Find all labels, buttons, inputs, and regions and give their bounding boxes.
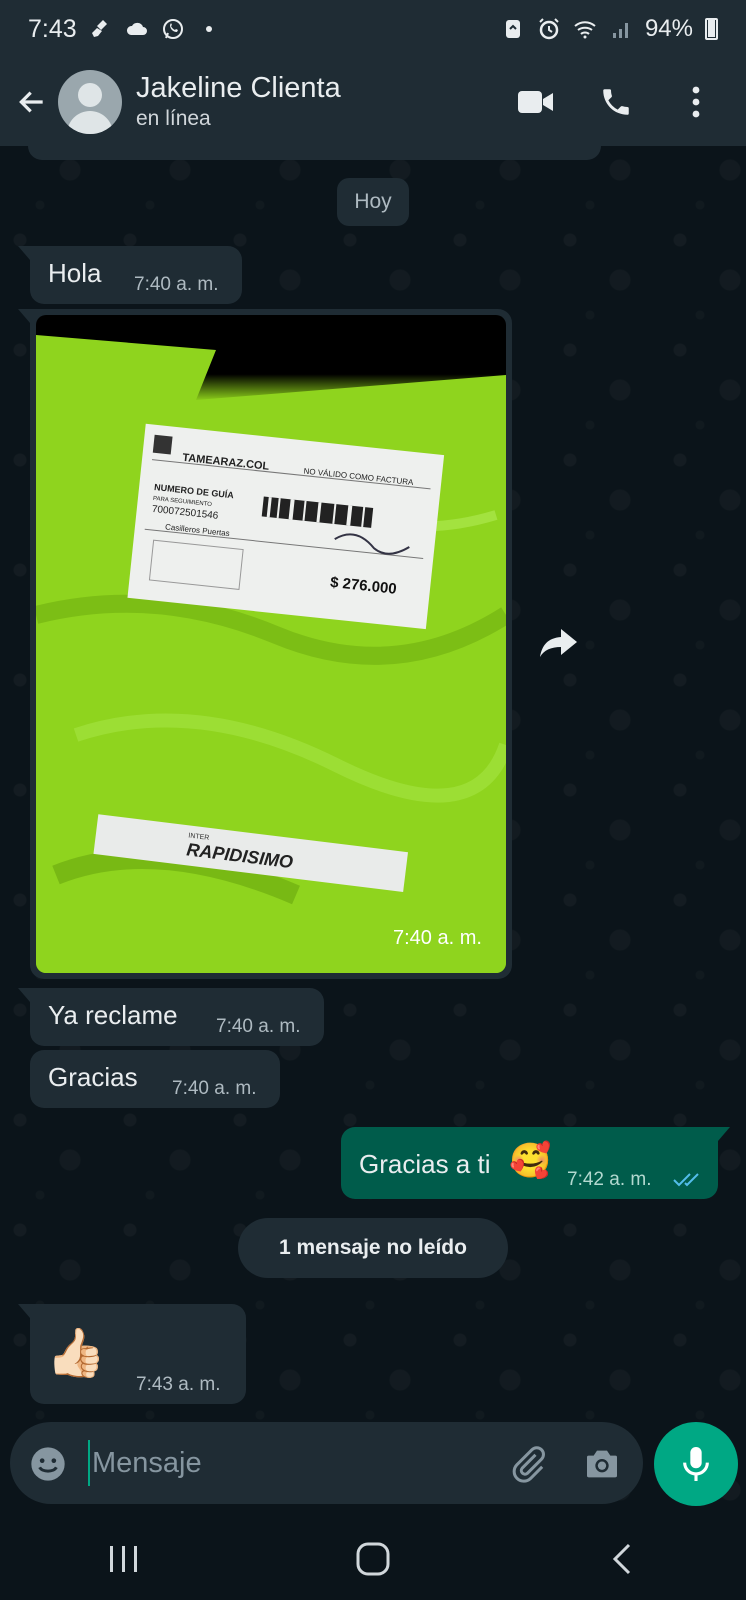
contact-name: Jakeline Clienta — [136, 72, 341, 104]
message-composer — [10, 1422, 643, 1504]
message-time: 7:40 a. m. — [134, 274, 219, 295]
cloud-icon — [126, 22, 147, 35]
photo-package-illustration: TAMEARAZ.COL NO VÁLIDO COMO FACTURA NUME… — [36, 335, 506, 973]
message-text: Gracias a ti — [359, 1149, 491, 1179]
contact-info[interactable]: Jakeline Clienta en línea — [136, 71, 516, 133]
message-time: 7:42 a. m. — [567, 1169, 652, 1190]
message-time: 7:40 a. m. — [216, 1016, 301, 1037]
video-call-icon — [518, 91, 553, 113]
recents-icon — [110, 1546, 138, 1572]
message-bubble-in[interactable]: Gracias 7:40 a. m. — [30, 1050, 280, 1108]
forward-icon — [540, 629, 577, 657]
status-time: 7:43 — [28, 14, 77, 43]
emoji-icon — [31, 1447, 65, 1481]
battery-icon — [705, 18, 718, 40]
dot-icon — [205, 26, 212, 32]
message-bubble-in[interactable]: Ya reclame 7:40 a. m. — [18, 988, 324, 1046]
chat-header: Jakeline Clienta en línea — [0, 58, 746, 146]
avatar-head — [78, 83, 102, 107]
voice-message-button[interactable] — [654, 1422, 738, 1506]
voice-call-button[interactable] — [596, 82, 636, 122]
avatar[interactable] — [58, 70, 122, 134]
read-ticks-icon — [673, 1173, 699, 1187]
thumbs-up-emoji: 👍🏻 — [46, 1327, 106, 1380]
more-options-button[interactable] — [676, 82, 716, 122]
system-nav-bar — [0, 1518, 746, 1600]
arrow-back-icon — [19, 91, 43, 113]
photo-package[interactable]: TAMEARAZ.COL NO VÁLIDO COMO FACTURA NUME… — [36, 315, 506, 973]
date-separator: Hoy — [337, 178, 409, 226]
message-time: 7:40 a. m. — [172, 1078, 257, 1099]
forward-button[interactable] — [537, 621, 581, 665]
image-time: 7:40 a. m. — [393, 927, 482, 949]
avatar-body — [67, 111, 113, 134]
emoji-button[interactable] — [28, 1444, 68, 1484]
home-button[interactable] — [343, 1529, 403, 1589]
smiling-hearts-emoji: 🥰 — [509, 1142, 552, 1180]
phone-icon — [603, 89, 629, 115]
back-nav-button[interactable] — [592, 1529, 652, 1589]
whatsapp-icon — [162, 19, 183, 39]
message-bubble-out[interactable]: Gracias a ti 🥰 7:42 a. m. — [341, 1127, 730, 1199]
attach-button[interactable] — [508, 1444, 548, 1484]
battery-percent: 94% — [644, 15, 693, 42]
broom-icon — [91, 20, 107, 37]
paperclip-icon — [512, 1446, 545, 1483]
message-bubble-in[interactable]: Hola 7:40 a. m. — [18, 246, 242, 304]
microphone-icon — [683, 1447, 709, 1481]
video-call-button[interactable] — [516, 82, 556, 122]
message-input[interactable] — [88, 1440, 472, 1486]
message-bubble-in[interactable]: 👍🏻 7:43 a. m. — [18, 1304, 246, 1404]
signal-icon — [612, 23, 628, 38]
status-bar: 7:43 94% — [0, 0, 746, 58]
wifi-icon — [574, 21, 596, 39]
chevron-left-icon — [612, 1543, 630, 1575]
recycle-icon — [505, 20, 520, 38]
message-text: Gracias — [48, 1062, 138, 1092]
alarm-icon — [539, 18, 559, 40]
back-button[interactable] — [12, 82, 52, 122]
camera-icon — [587, 1450, 617, 1478]
home-icon — [356, 1542, 390, 1576]
message-text: Hola — [48, 258, 102, 288]
more-vert-icon — [692, 86, 700, 118]
image-message[interactable]: TAMEARAZ.COL NO VÁLIDO COMO FACTURA NUME… — [18, 309, 512, 979]
message-time: 7:43 a. m. — [136, 1374, 221, 1395]
message-text: Ya reclame — [48, 1000, 178, 1030]
recents-button[interactable] — [94, 1529, 154, 1589]
contact-status: en línea — [136, 107, 211, 130]
camera-button[interactable] — [582, 1444, 622, 1484]
previous-message-bubble — [28, 136, 601, 160]
unread-messages-banner: 1 mensaje no leído — [238, 1218, 508, 1278]
